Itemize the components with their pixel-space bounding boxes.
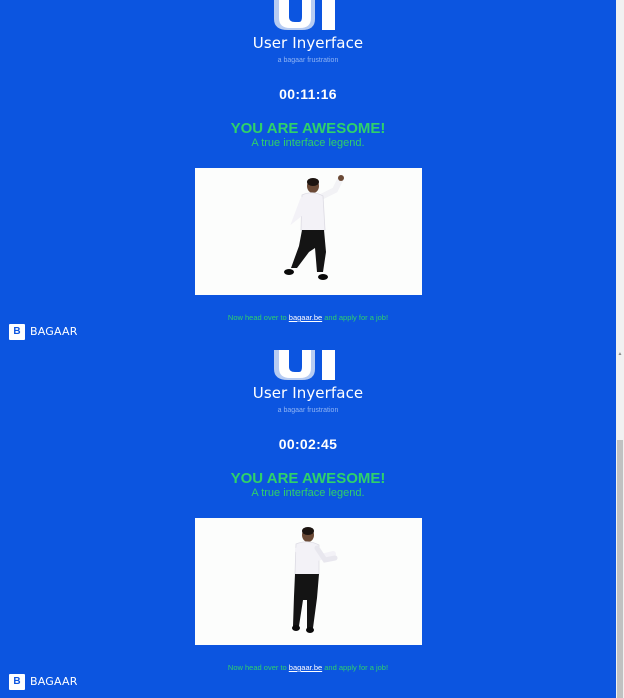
celebration-gif — [195, 168, 422, 295]
app-subtitle: a bagaar frustration — [277, 407, 339, 414]
cta-prefix: Now head over to — [227, 663, 289, 672]
app-title: User Inyerface — [252, 34, 364, 52]
cta-prefix: Now head over to — [227, 313, 289, 322]
cta-suffix: and apply for a job! — [322, 663, 389, 672]
bagaar-link[interactable]: bagaar.be — [289, 313, 322, 322]
apply-message: Now head over to bagaar.be and apply for… — [0, 663, 616, 672]
timer: 00:02:45 — [278, 436, 338, 452]
timer: 00:11:16 — [279, 86, 337, 102]
bagaar-brand[interactable]: B BAGAAR — [9, 323, 78, 340]
celebration-gif — [195, 518, 422, 645]
ui-logo-icon — [274, 0, 338, 30]
bagaar-name: BAGAAR — [30, 675, 78, 688]
bagaar-logo-icon: B — [9, 673, 25, 690]
app-title: User Inyerface — [252, 384, 364, 402]
awesome-headline: YOU ARE AWESOME! — [230, 120, 386, 137]
dancing-man-image — [284, 175, 344, 280]
cta-suffix: and apply for a job! — [322, 313, 389, 322]
result-panel-1: User Inyerface a bagaar frustration 00:1… — [0, 0, 616, 350]
awesome-headline: YOU ARE AWESOME! — [230, 470, 386, 487]
apply-message: Now head over to bagaar.be and apply for… — [0, 313, 616, 322]
app-subtitle: a bagaar frustration — [277, 57, 339, 64]
scrollbar-thumb[interactable] — [617, 440, 623, 698]
page-viewport: User Inyerface a bagaar frustration 00:1… — [0, 0, 616, 698]
dancing-man-image — [292, 527, 338, 633]
result-panel-2: User Inyerface a bagaar frustration 00:0… — [0, 350, 616, 698]
tagline: A true interface legend. — [251, 487, 365, 499]
bagaar-brand[interactable]: B BAGAAR — [9, 673, 78, 690]
scroll-up-arrow-icon[interactable]: ▲ — [617, 350, 623, 358]
bagaar-name: BAGAAR — [30, 325, 78, 338]
bagaar-link[interactable]: bagaar.be — [289, 663, 322, 672]
bagaar-logo-icon: B — [9, 323, 25, 340]
vertical-scrollbar[interactable]: ▲ — [616, 0, 624, 698]
ui-logo-icon — [274, 350, 338, 380]
tagline: A true interface legend. — [251, 137, 365, 149]
